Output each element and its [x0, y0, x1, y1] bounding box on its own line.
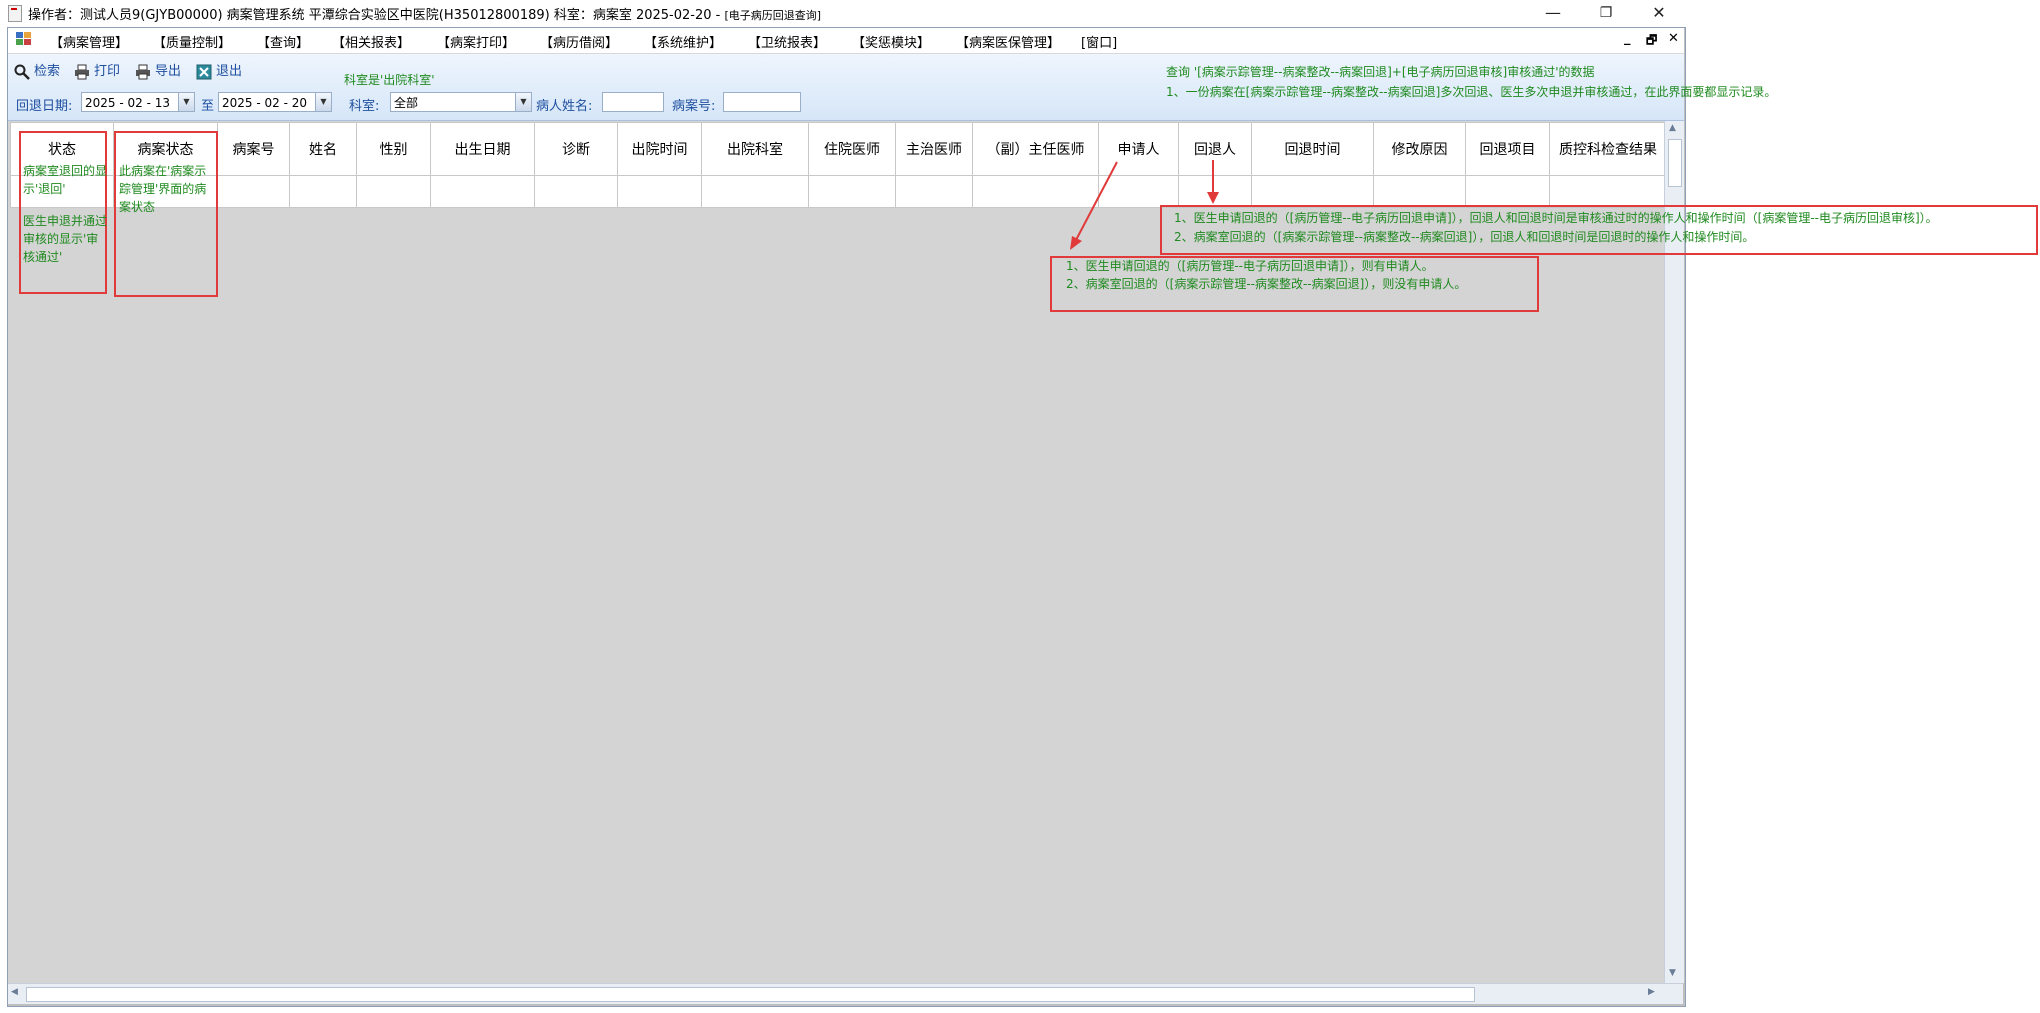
dept-label: 科室:: [349, 99, 380, 114]
menu-window[interactable]: [窗口]: [1081, 32, 1117, 51]
print-button[interactable]: 打印: [74, 60, 121, 79]
column-header-returner[interactable]: 回退人: [1178, 122, 1252, 176]
menu-record-borrow[interactable]: 【病历借阅】: [540, 32, 618, 51]
column-header-return-time[interactable]: 回退时间: [1251, 122, 1374, 176]
table-row[interactable]: [10, 175, 1667, 208]
vertical-scroll-thumb[interactable]: [1668, 139, 1682, 187]
column-header-record-no[interactable]: 病案号: [217, 122, 290, 176]
column-header-attending[interactable]: 主治医师: [895, 122, 973, 176]
scroll-right-icon[interactable]: ▶: [1648, 987, 1655, 997]
scroll-up-icon[interactable]: ▲: [1669, 123, 1676, 133]
column-header-resident[interactable]: 住院医师: [808, 122, 896, 176]
menu-record-management[interactable]: 【病案管理】: [50, 32, 128, 51]
date-from-picker[interactable]: 2025 - 02 - 13 ▼: [81, 92, 195, 112]
date-to-picker[interactable]: 2025 - 02 - 20 ▼: [218, 92, 332, 112]
dept-note: 科室是'出院科室': [344, 73, 435, 87]
column-header-chief[interactable]: （副）主任医师: [972, 122, 1099, 176]
grid-header-row: 状态 病案状态 病案号 姓名 性别 出生日期 诊断 出院时间 出院科室 住院医师…: [10, 122, 1667, 176]
column-header-discharge-dept[interactable]: 出院科室: [701, 122, 809, 176]
record-state-note: 此病案在'病案示踪管理'界面的病案状态: [119, 164, 207, 214]
column-header-return-item[interactable]: 回退项目: [1465, 122, 1550, 176]
column-header-discharge-time[interactable]: 出院时间: [617, 122, 702, 176]
mdi-close-button[interactable]: ✕: [1668, 31, 1679, 46]
restore-button[interactable]: ❐: [1583, 0, 1629, 26]
scroll-down-icon[interactable]: ▼: [1669, 968, 1676, 978]
app-icon: [8, 5, 22, 22]
column-header-applicant[interactable]: 申请人: [1098, 122, 1179, 176]
horizontal-scrollbar[interactable]: ◀ ▶: [8, 983, 1683, 1004]
date-from-value: 2025 - 02 - 13: [85, 96, 170, 110]
close-button[interactable]: ✕: [1636, 0, 1682, 26]
menu-insurance[interactable]: 【病案医保管理】: [956, 32, 1060, 51]
column-header-birth-date[interactable]: 出生日期: [430, 122, 535, 176]
window-title: 操作者：测试人员9(GJYB00000) 病案管理系统 平潭综合实验区中医院(H…: [28, 4, 821, 23]
data-grid: 状态 病案状态 病案号 姓名 性别 出生日期 诊断 出院时间 出院科室 住院医师…: [10, 122, 1667, 208]
window-subtitle: [电子病历回退查询]: [724, 9, 822, 22]
returner-note-2: 2、病案室回退的（[病案示踪管理--病案整改--病案回退]），回退人和回退时间是…: [1174, 230, 1755, 244]
exit-icon: [196, 64, 212, 79]
status-note-2: 医生申退并通过审核的显示'审核通过': [23, 214, 108, 264]
search-label: 检索: [34, 64, 61, 79]
date-to-value: 2025 - 02 - 20: [222, 96, 307, 110]
mdi-restore-button[interactable]: 🗗: [1646, 31, 1657, 52]
menu-bar: 【病案管理】 【质量控制】 【查询】 【相关报表】 【病案打印】 【病历借阅】 …: [8, 28, 1684, 54]
window-menu-icon[interactable]: [16, 32, 32, 47]
column-header-reason[interactable]: 修改原因: [1373, 122, 1466, 176]
export-label: 导出: [155, 64, 182, 79]
column-header-gender[interactable]: 性别: [356, 122, 431, 176]
chevron-down-icon[interactable]: ▼: [178, 93, 194, 111]
record-no-label: 病案号:: [672, 99, 716, 114]
print-label: 打印: [94, 64, 121, 79]
column-header-qc-result[interactable]: 质控科检查结果: [1549, 122, 1667, 176]
column-header-name[interactable]: 姓名: [289, 122, 357, 176]
menu-reports[interactable]: 【相关报表】: [332, 32, 410, 51]
mdi-minimize-button[interactable]: _: [1624, 31, 1631, 46]
patient-name-label: 病人姓名:: [536, 99, 593, 114]
toolbar: 检索 打印 导出 退出 科室是'出院科室' 查询 '[病案示踪管理--病案整改-…: [8, 54, 1776, 121]
column-header-diagnosis[interactable]: 诊断: [534, 122, 618, 176]
applicant-note-2: 2、病案室回退的（[病案示踪管理--病案整改--病案回退]），则没有申请人。: [1066, 277, 1467, 291]
menu-health-stats[interactable]: 【卫统报表】: [748, 32, 826, 51]
scroll-left-icon[interactable]: ◀: [11, 987, 18, 997]
window-title-text: 操作者：测试人员9(GJYB00000) 病案管理系统 平潭综合实验区中医院(H…: [28, 8, 725, 23]
printer-icon: [75, 64, 89, 79]
menu-query[interactable]: 【查询】: [257, 32, 309, 51]
returner-note-1: 1、医生申请回退的（[病历管理--电子病历回退申请]），回退人和回退时间是审核通…: [1174, 211, 1938, 225]
dept-select[interactable]: 全部 ▼: [390, 92, 532, 112]
query-note-2: 1、一份病案在[病案示踪管理--病案整改--病案回退]多次回退、医生多次申退并审…: [1166, 85, 1777, 99]
search-button[interactable]: 检索: [14, 60, 61, 80]
patient-name-input[interactable]: [602, 92, 664, 112]
record-no-input[interactable]: [723, 92, 801, 112]
export-icon: [136, 64, 150, 79]
to-label: 至: [201, 99, 215, 114]
menu-quality-control[interactable]: 【质量控制】: [153, 32, 231, 51]
exit-label: 退出: [216, 64, 243, 79]
exit-button[interactable]: 退出: [196, 60, 243, 79]
horizontal-scroll-thumb[interactable]: [26, 987, 1475, 1002]
export-button[interactable]: 导出: [135, 60, 182, 79]
chevron-down-icon[interactable]: ▼: [315, 93, 331, 111]
dept-select-value: 全部: [394, 96, 419, 110]
menu-system[interactable]: 【系统维护】: [644, 32, 722, 51]
menu-record-print[interactable]: 【病案打印】: [437, 32, 515, 51]
status-note-1: 病案室退回的显示'退回': [23, 164, 108, 196]
minimize-button[interactable]: —: [1530, 0, 1576, 26]
window-title-bar: 操作者：测试人员9(GJYB00000) 病案管理系统 平潭综合实验区中医院(H…: [0, 0, 2040, 26]
return-date-label: 回退日期:: [16, 99, 73, 114]
query-note: 查询 '[病案示踪管理--病案整改--病案回退]+[电子病历回退审核]审核通过'…: [1166, 65, 1595, 79]
chevron-down-icon[interactable]: ▼: [515, 93, 531, 111]
applicant-note-1: 1、医生申请回退的（[病历管理--电子病历回退申请]），则有申请人。: [1066, 259, 1434, 273]
menu-rewards[interactable]: 【奖惩模块】: [852, 32, 930, 51]
search-icon: [14, 64, 30, 80]
